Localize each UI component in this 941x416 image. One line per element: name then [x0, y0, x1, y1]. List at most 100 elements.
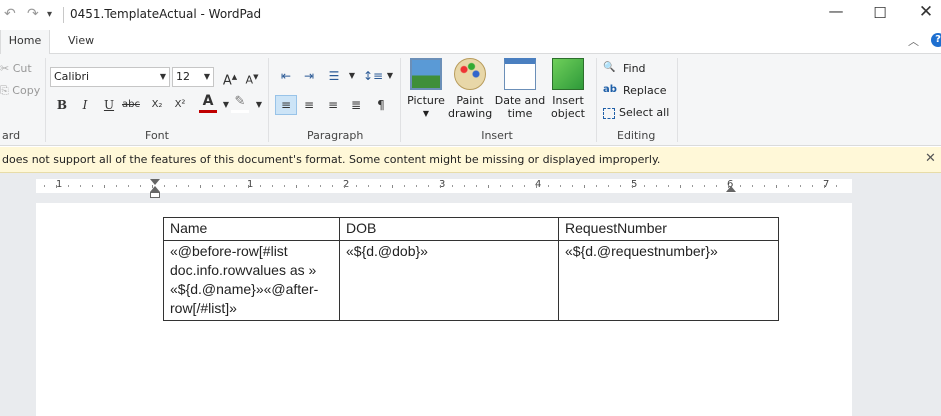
left-indent-marker[interactable]	[150, 192, 160, 198]
ruler-tick	[284, 185, 285, 187]
template-table[interactable]: Name DOB RequestNumber «@before-row[#lis…	[163, 217, 779, 321]
ruler-tick	[260, 185, 261, 187]
ruler-tick	[80, 185, 81, 187]
ruler-tick	[188, 185, 189, 187]
ruler-tick	[548, 185, 549, 187]
document-area: 1 1 2 3 4 5 6 7 Name DOB RequestNumber «…	[0, 173, 941, 416]
collapse-ribbon-icon[interactable]: ︿	[908, 33, 919, 49]
ruler-tick	[404, 185, 405, 187]
undo-icon[interactable]: ↶	[4, 6, 16, 22]
group-separator	[677, 58, 678, 142]
align-center-button[interactable]: ≡	[299, 95, 319, 115]
select-all-button[interactable]: Select all	[603, 106, 669, 119]
ruler-tick	[776, 185, 777, 188]
subscript-button[interactable]: X₂	[148, 95, 166, 115]
paint-drawing-button[interactable]: Paint drawing	[448, 58, 492, 120]
ruler[interactable]: 1 1 2 3 4 5 6 7	[36, 179, 852, 193]
copy-icon: ⎘	[0, 84, 13, 97]
help-icon[interactable]: ?	[931, 33, 941, 47]
table-cell[interactable]: «@before-row[#list doc.info.rowvalues as…	[163, 240, 340, 321]
shrink-font-button[interactable]: A▼	[243, 67, 261, 87]
table-cell[interactable]: «${d.@requestnumber}»	[558, 240, 779, 321]
ruler-tick	[836, 185, 837, 187]
ruler-tick	[560, 185, 561, 187]
font-family-select[interactable]: Calibri ▼	[50, 67, 170, 87]
date-time-button[interactable]: Date and time	[494, 58, 546, 120]
align-right-button[interactable]: ≡	[323, 95, 343, 115]
chevron-down-icon: ▼	[203, 72, 210, 81]
grow-font-button[interactable]: A▲	[221, 67, 239, 88]
font-color-button[interactable]: A	[199, 93, 217, 113]
ruler-tick	[596, 185, 597, 187]
redo-icon[interactable]: ↷	[27, 6, 39, 22]
chevron-down-icon[interactable]: ▼	[381, 66, 399, 86]
ruler-tick	[308, 185, 309, 187]
paragraph-settings-icon[interactable]: ¶	[371, 95, 391, 115]
find-button[interactable]: 🔍 Find	[603, 62, 646, 76]
font-color-icon: A	[202, 93, 214, 109]
ruler-tick	[764, 185, 765, 187]
minimize-button[interactable]: —	[824, 2, 848, 22]
chevron-down-icon[interactable]: ▼	[343, 66, 361, 86]
strikethrough-button[interactable]: abc	[122, 95, 140, 115]
picture-button[interactable]: Picture ▼	[405, 58, 447, 120]
object-label-1: Insert	[552, 94, 584, 107]
underline-button[interactable]: U	[100, 95, 118, 115]
ruler-tick	[356, 185, 357, 187]
insert-object-button[interactable]: Insert object	[548, 58, 588, 120]
superscript-button[interactable]: X²	[171, 95, 189, 115]
table-header-cell[interactable]: RequestNumber	[558, 217, 779, 241]
quick-access-dropdown-icon[interactable]: ▾	[47, 9, 52, 20]
ruler-tick	[680, 185, 681, 188]
compatibility-info-bar: does not support all of the features of …	[0, 147, 941, 173]
italic-button[interactable]: I	[76, 95, 94, 115]
table-header-cell[interactable]: Name	[163, 217, 340, 241]
find-label: Find	[623, 62, 646, 75]
chevron-down-icon[interactable]: ▼	[250, 95, 268, 115]
ruler-tick	[200, 185, 201, 188]
ribbon-tabs: Home View	[0, 30, 941, 54]
bullet-list-icon[interactable]: ☰	[325, 66, 343, 86]
ruler-tick	[644, 185, 645, 187]
close-button[interactable]: ✕	[914, 2, 938, 22]
font-size-select[interactable]: 12 ▼	[172, 67, 214, 87]
ruler-tick	[824, 185, 825, 188]
document-page[interactable]: Name DOB RequestNumber «@before-row[#lis…	[36, 203, 852, 416]
ruler-tick	[176, 185, 177, 187]
close-icon[interactable]: ✕	[925, 151, 936, 166]
first-line-indent-marker[interactable]	[150, 179, 160, 185]
justify-button[interactable]: ≣	[346, 95, 366, 115]
ruler-tick	[704, 185, 705, 187]
editing-group-label: Editing	[617, 129, 656, 142]
highlight-icon[interactable]: ✎	[231, 93, 249, 113]
bold-button[interactable]: B	[53, 95, 71, 115]
replace-button[interactable]: ab Replace	[603, 84, 667, 98]
tab-view[interactable]: View	[58, 30, 104, 54]
table-row: «@before-row[#list doc.info.rowvalues as…	[163, 240, 779, 321]
chevron-down-icon: ▼	[422, 109, 430, 118]
ruler-tick	[56, 185, 57, 188]
object-icon	[552, 58, 584, 90]
font-group-label: Font	[145, 129, 169, 142]
increase-indent-icon[interactable]: ⇥	[300, 66, 318, 86]
ruler-tick	[440, 185, 441, 188]
paint-palette-icon	[454, 58, 486, 90]
table-header-cell[interactable]: DOB	[339, 217, 559, 241]
table-cell[interactable]: «${d.@dob}»	[339, 240, 559, 321]
cut-icon: ✂	[0, 62, 13, 75]
copy-button[interactable]: ⎘ Copy	[0, 84, 40, 98]
decrease-indent-icon[interactable]: ⇤	[277, 66, 295, 86]
tab-home[interactable]: Home	[0, 30, 50, 54]
cut-button[interactable]: ✂ Cut	[0, 62, 32, 75]
title-bar: ↶ ↷ ▾ 0451.TemplateActual - WordPad — ☐ …	[0, 0, 941, 30]
ruler-tick	[464, 185, 465, 187]
maximize-button[interactable]: ☐	[868, 4, 892, 24]
ruler-tick	[68, 185, 69, 187]
align-left-button[interactable]: ≡	[275, 95, 297, 115]
ruler-tick	[368, 185, 369, 187]
clipboard-group-label: ard	[2, 129, 21, 142]
ruler-tick	[44, 185, 45, 187]
right-indent-marker[interactable]	[726, 186, 736, 192]
copy-label: Copy	[12, 84, 41, 97]
ruler-tick	[476, 185, 477, 187]
